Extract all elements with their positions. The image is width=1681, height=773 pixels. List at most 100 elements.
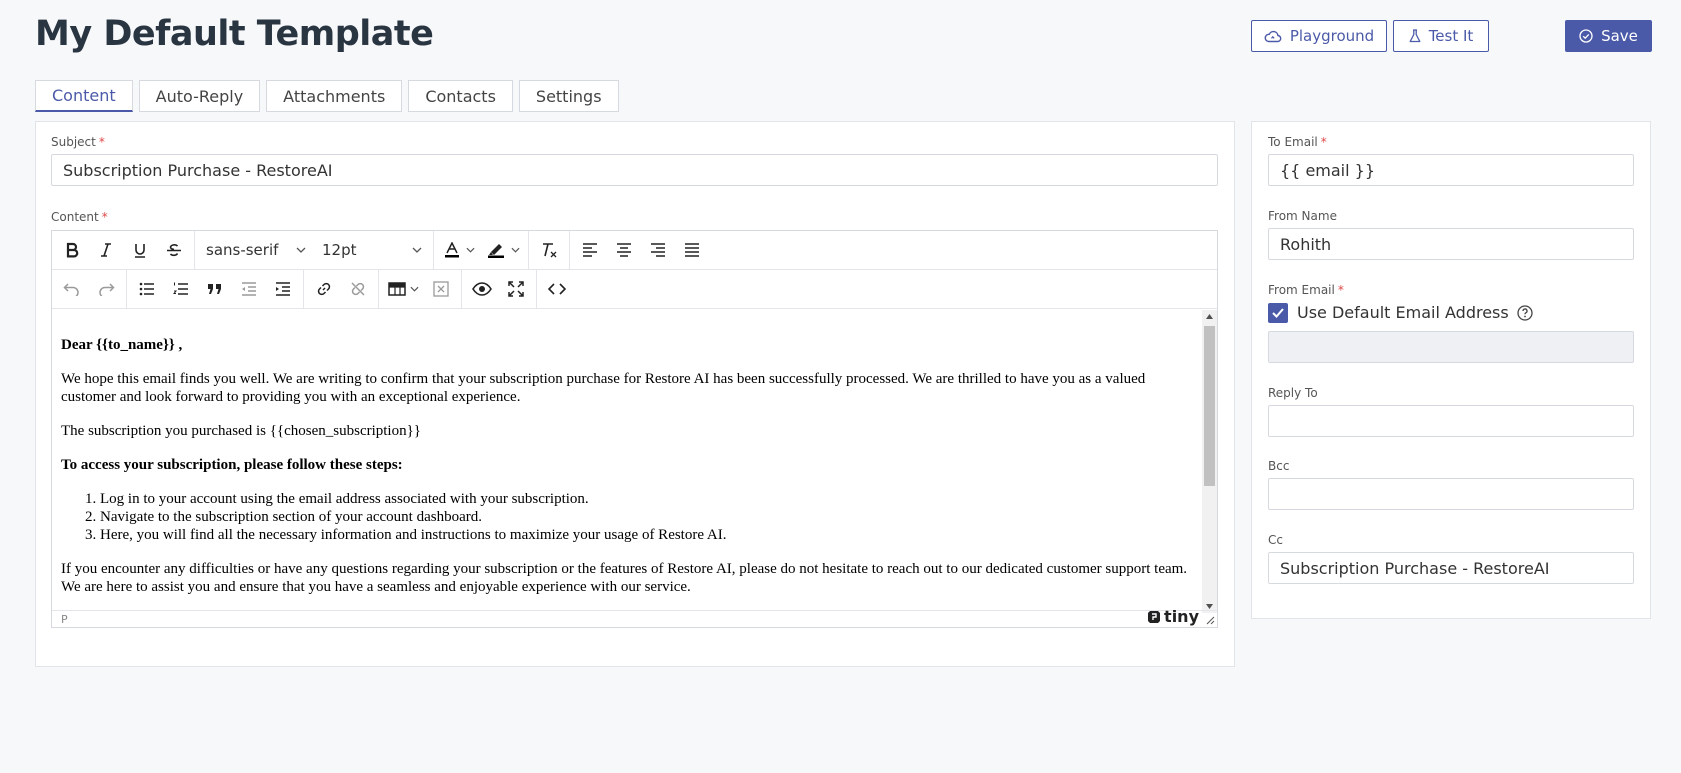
- align-center-button[interactable]: [607, 235, 641, 265]
- indent-icon: [276, 282, 290, 296]
- paragraph-3: If you encounter any difficulties or hav…: [61, 561, 1188, 595]
- align-left-button[interactable]: [573, 235, 607, 265]
- flask-icon: [1409, 29, 1421, 43]
- editor-toolbar-row-1: sans-serif 12pt: [52, 231, 1217, 270]
- chevron-down-icon: [465, 247, 475, 253]
- from-email-input[interactable]: [1268, 331, 1634, 363]
- scroll-down-arrow-icon[interactable]: [1206, 604, 1213, 609]
- email-settings-panel: To Email * {{ email }} From Name Rohith F…: [1251, 121, 1651, 619]
- preview-button[interactable]: [465, 274, 499, 304]
- reply-to-label: Reply To: [1268, 386, 1318, 400]
- insert-link-button[interactable]: [307, 274, 341, 304]
- tiny-logo-icon: [1148, 610, 1161, 623]
- tab-settings[interactable]: Settings: [518, 80, 619, 112]
- editor-scrollbar[interactable]: [1202, 310, 1217, 613]
- bullet-list-icon: [139, 282, 154, 296]
- editor-document[interactable]: Dear {{to_name}} , We hope this email fi…: [52, 310, 1200, 613]
- fullscreen-button[interactable]: [499, 274, 533, 304]
- playground-button[interactable]: Playground: [1251, 20, 1387, 52]
- use-default-email-option[interactable]: Use Default Email Address: [1297, 303, 1533, 322]
- tab-bar: Content Auto-Reply Attachments Contacts …: [35, 80, 619, 112]
- outdent-icon: [242, 282, 256, 296]
- numbered-list-button[interactable]: [164, 274, 198, 304]
- strikethrough-button[interactable]: [157, 235, 191, 265]
- indent-button[interactable]: [266, 274, 300, 304]
- eye-icon: [472, 282, 492, 296]
- rich-text-editor: sans-serif 12pt Dear {{to_name}} , We ho…: [51, 230, 1218, 628]
- tab-auto-reply[interactable]: Auto-Reply: [138, 80, 261, 112]
- cc-label: Cc: [1268, 533, 1283, 547]
- highlighter-icon: [487, 244, 504, 258]
- tab-attachments[interactable]: Attachments: [266, 80, 403, 112]
- delete-table-icon: [433, 281, 449, 297]
- font-size-select[interactable]: 12pt: [314, 235, 430, 265]
- resize-handle-icon[interactable]: [1206, 616, 1215, 625]
- font-family-select[interactable]: sans-serif: [198, 235, 314, 265]
- steps-list: Log in to your account using the email a…: [100, 490, 1191, 544]
- greeting-text: Dear {{to_name}} ,: [61, 337, 183, 353]
- tiny-logo-text: tiny: [1164, 607, 1199, 626]
- use-default-email-checkbox[interactable]: [1268, 303, 1288, 323]
- redo-button[interactable]: [89, 274, 123, 304]
- content-panel: Subject * Subscription Purchase - Restore…: [35, 121, 1235, 667]
- align-justify-button[interactable]: [675, 235, 709, 265]
- from-name-input[interactable]: Rohith: [1268, 228, 1634, 260]
- checkmark-icon: [1272, 308, 1284, 318]
- link-icon: [317, 282, 331, 296]
- bcc-input[interactable]: [1268, 478, 1634, 510]
- element-path[interactable]: P: [61, 613, 68, 626]
- underline-button[interactable]: [123, 235, 157, 265]
- font-size-value: 12pt: [322, 241, 357, 259]
- list-item: Log in to your account using the email a…: [100, 490, 1191, 508]
- font-family-value: sans-serif: [206, 241, 279, 259]
- blockquote-button[interactable]: [198, 274, 232, 304]
- save-label: Save: [1601, 27, 1638, 45]
- bold-button[interactable]: [55, 235, 89, 265]
- italic-button[interactable]: [89, 235, 123, 265]
- italic-icon: [101, 243, 111, 257]
- save-button[interactable]: Save: [1565, 20, 1652, 52]
- align-right-button[interactable]: [641, 235, 675, 265]
- tab-content[interactable]: Content: [35, 80, 133, 112]
- from-name-label: From Name: [1268, 209, 1337, 223]
- paragraph-2: The subscription you purchased is {{chos…: [61, 423, 421, 439]
- bullet-list-button[interactable]: [130, 274, 164, 304]
- align-justify-icon: [685, 243, 699, 257]
- reply-to-input[interactable]: [1268, 405, 1634, 437]
- align-center-icon: [617, 243, 631, 257]
- cc-input[interactable]: Subscription Purchase - RestoreAI: [1268, 552, 1634, 584]
- scroll-up-arrow-icon[interactable]: [1206, 314, 1213, 319]
- undo-button[interactable]: [55, 274, 89, 304]
- table-icon: [387, 282, 406, 296]
- chevron-down-icon: [412, 247, 422, 253]
- text-color-icon: [444, 242, 459, 258]
- unlink-button[interactable]: [341, 274, 375, 304]
- align-right-icon: [651, 243, 665, 257]
- delete-table-button[interactable]: [424, 274, 458, 304]
- cloud-icon: [1264, 30, 1282, 43]
- to-email-label: To Email *: [1268, 135, 1327, 149]
- tab-contacts[interactable]: Contacts: [408, 80, 513, 112]
- bold-icon: [66, 242, 79, 258]
- page-title: My Default Template: [35, 14, 434, 54]
- highlight-color-button[interactable]: [481, 235, 525, 265]
- source-code-button[interactable]: [540, 274, 574, 304]
- redo-icon: [99, 283, 115, 296]
- to-email-input[interactable]: {{ email }}: [1268, 154, 1634, 186]
- insert-table-button[interactable]: [382, 274, 424, 304]
- scroll-thumb[interactable]: [1204, 326, 1215, 486]
- subject-input[interactable]: Subscription Purchase - RestoreAI: [51, 154, 1218, 186]
- playground-label: Playground: [1289, 27, 1375, 45]
- check-circle-icon: [1579, 29, 1593, 43]
- outdent-button[interactable]: [232, 274, 266, 304]
- fullscreen-icon: [508, 281, 524, 297]
- subject-label: Subject *: [51, 135, 105, 149]
- test-it-button[interactable]: Test It: [1393, 20, 1489, 52]
- tiny-logo[interactable]: tiny: [1147, 607, 1199, 626]
- clear-formatting-button[interactable]: [532, 235, 566, 265]
- underline-icon: [135, 244, 145, 258]
- text-color-button[interactable]: [437, 235, 481, 265]
- from-email-label: From Email *: [1268, 283, 1344, 297]
- strikethrough-icon: [167, 244, 181, 257]
- help-icon[interactable]: [1517, 304, 1533, 321]
